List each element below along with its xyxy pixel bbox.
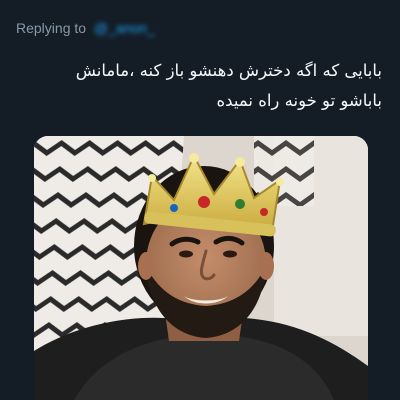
- tweet-body: بابایی که اگه دخترش دهنشو باز کنه ،مامان…: [18, 56, 382, 116]
- replying-to-line: Replying to @_anon_: [16, 20, 155, 36]
- tweet-reply-screen: Replying to @_anon_ بابایی که اگه دخترش …: [0, 0, 400, 400]
- replied-user-handle[interactable]: @_anon_: [94, 20, 155, 36]
- tweet-media-photo[interactable]: [34, 136, 368, 400]
- replying-to-label: Replying to: [16, 20, 87, 36]
- tweet-text-line-1: بابایی که اگه دخترش دهنشو باز کنه ،مامان…: [75, 61, 382, 80]
- photo-icon: [34, 136, 368, 400]
- tweet-text-line-2: باباشو تو خونه راه نمیده: [216, 91, 382, 110]
